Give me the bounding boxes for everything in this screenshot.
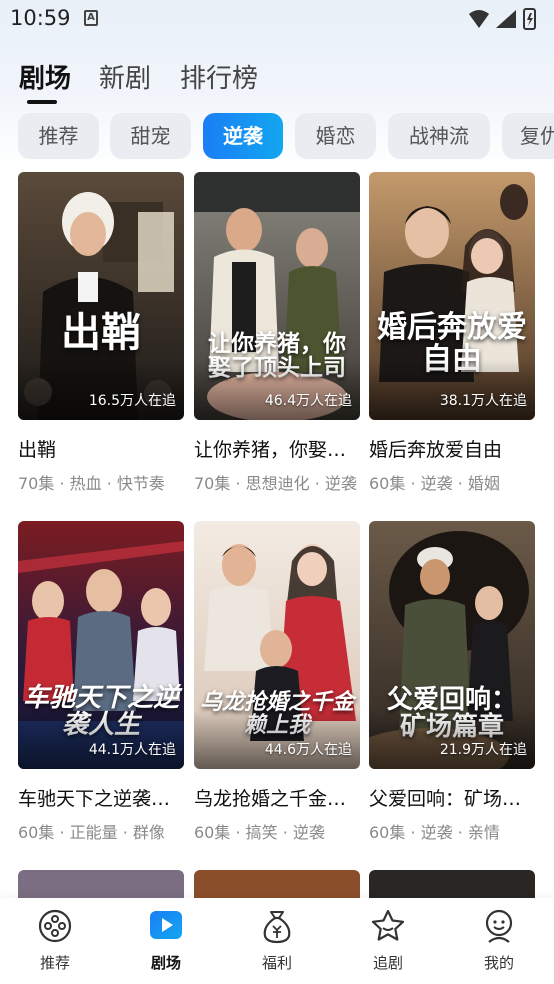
drama-title[interactable]: 婚后奔放爱自由 <box>369 435 535 462</box>
drama-poster[interactable]: 父爱回响：矿场篇章 21.9万人在追 <box>369 521 535 769</box>
star-icon <box>371 909 405 941</box>
nav-label: 追剧 <box>372 954 403 972</box>
nav-label: 我的 <box>483 954 514 972</box>
nav-welfare[interactable]: 福利 <box>237 908 317 973</box>
watching-count: 21.9万人在追 <box>439 742 527 758</box>
drama-meta: 70集 · 思想迪化 · 逆袭 <box>194 474 357 493</box>
drama-poster[interactable]: 婚后奔放爱自由 38.1万人在追 <box>369 172 535 420</box>
drama-title[interactable]: 车驰天下之逆袭人生 <box>18 784 184 811</box>
watching-count: 38.1万人在追 <box>439 393 527 409</box>
tab-theater[interactable]: 剧场 <box>19 58 71 95</box>
play-icon <box>150 911 182 939</box>
drama-meta: 60集 · 逆袭 · 婚姻 <box>369 474 500 493</box>
nav-recommend[interactable]: 推荐 <box>15 908 95 973</box>
category-chips: 推荐 甜宠 逆袭 婚恋 战神流 复仇 <box>0 113 554 161</box>
chip-recommend[interactable]: 推荐 <box>18 113 99 159</box>
drama-title[interactable]: 乌龙抢婚之千金赖上我 <box>194 784 360 811</box>
tab-new-dramas[interactable]: 新剧 <box>99 58 151 95</box>
drama-poster[interactable]: 车驰天下之逆袭人生 44.1万人在追 <box>18 521 184 769</box>
drama-title[interactable]: 出鞘 <box>18 435 184 462</box>
nav-label: 福利 <box>261 954 292 972</box>
money-bag-icon <box>263 911 291 944</box>
drama-meta: 60集 · 正能量 · 群像 <box>18 823 165 842</box>
drama-title[interactable]: 父爱回响：矿场篇章 <box>369 784 535 811</box>
drama-meta: 60集 · 搞笑 · 逆袭 <box>194 823 325 842</box>
chip-sweet[interactable]: 甜宠 <box>110 113 191 159</box>
watching-count: 44.1万人在追 <box>88 742 176 758</box>
drama-poster[interactable]: 出鞘 16.5万人在追 <box>18 172 184 420</box>
chip-war-god[interactable]: 战神流 <box>388 113 490 159</box>
nav-label: 剧场 <box>150 954 181 972</box>
film-reel-icon <box>38 909 72 943</box>
user-icon <box>485 909 513 943</box>
drama-card-partial[interactable] <box>18 870 184 900</box>
poster-title-text: 出鞘 <box>61 309 141 356</box>
nav-profile[interactable]: 我的 <box>459 908 539 973</box>
nav-label: 推荐 <box>39 954 70 972</box>
watching-count: 16.5万人在追 <box>88 393 176 409</box>
drama-card-partial[interactable] <box>194 870 360 900</box>
active-tab-indicator <box>27 100 57 104</box>
drama-meta: 70集 · 热血 · 快节奏 <box>18 474 165 493</box>
chip-comeback[interactable]: 逆袭 <box>203 113 283 159</box>
drama-title[interactable]: 让你养猪，你娶了顶头上司 <box>194 435 360 462</box>
wifi-icon <box>469 10 489 28</box>
status-time: 10:59 <box>10 6 71 30</box>
bottom-navigation: 推荐 剧场 福利 追剧 我的 <box>0 898 554 984</box>
chip-marriage[interactable]: 婚恋 <box>295 113 376 159</box>
drama-poster[interactable]: 让你养猪，你娶了顶头上司 46.4万人在追 <box>194 172 360 420</box>
nav-following[interactable]: 追剧 <box>348 908 428 973</box>
drama-card-partial[interactable] <box>369 870 535 900</box>
drama-poster[interactable]: 乌龙抢婚之千金赖上我 44.6万人在追 <box>194 521 360 769</box>
tab-rankings[interactable]: 排行榜 <box>180 58 258 95</box>
nav-theater[interactable]: 剧场 <box>126 908 206 973</box>
status-bar: 10:59 A <box>0 0 554 38</box>
drama-meta: 60集 · 逆袭 · 亲情 <box>369 823 500 842</box>
chip-revenge[interactable]: 复仇 <box>502 113 554 159</box>
watching-count: 44.6万人在追 <box>264 742 352 758</box>
notification-icon: A <box>84 10 98 26</box>
system-status-icons <box>469 8 536 30</box>
watching-count: 46.4万人在追 <box>264 393 352 409</box>
signal-icon <box>496 10 516 28</box>
